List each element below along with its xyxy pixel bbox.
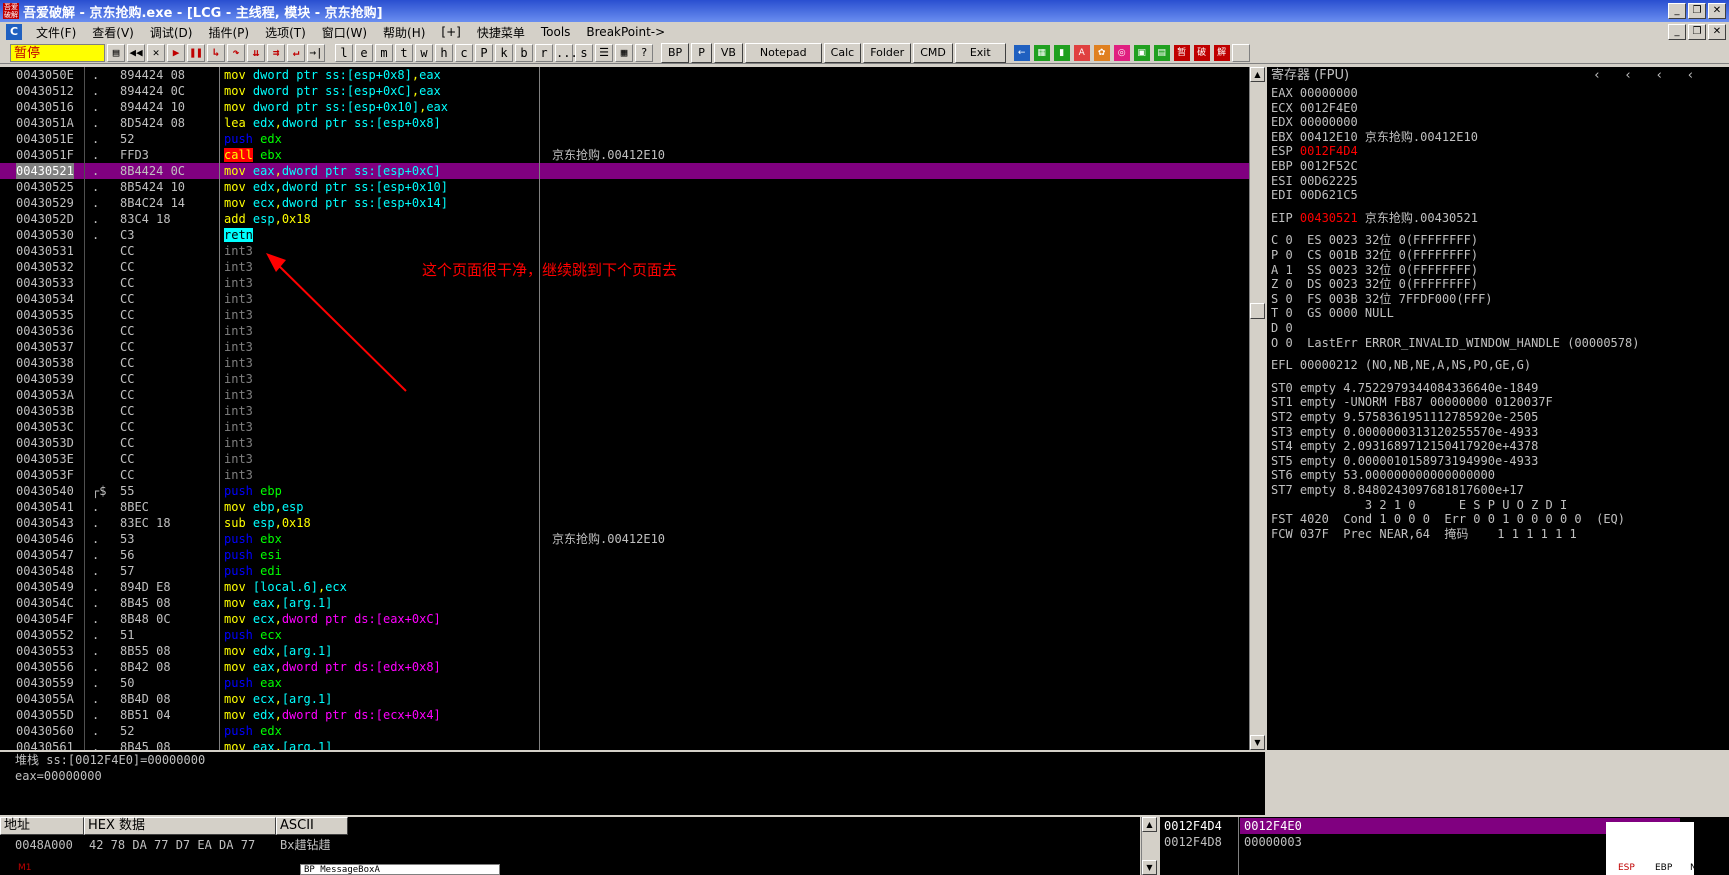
register-line[interactable]: P 0 CS 001B 32位 0(FFFFFFFF) [1271,247,1478,263]
register-line[interactable]: ST5 empty 0.0000010158973194990e-4933 [1271,453,1538,469]
register-text: ESP [1271,144,1300,159]
register-line[interactable]: ESP 0012F4D4 [1271,143,1358,159]
register-text: FCW 037F Prec NEAR,64 掩码 1 1 1 1 1 1 [1271,526,1577,541]
register-line[interactable]: FCW 037F Prec NEAR,64 掩码 1 1 1 1 1 1 [1271,526,1577,542]
register-text: EFL 00000212 (NO,NB,NE,A,NS,PO,GE,G) [1271,358,1532,373]
info-line-stack: 堆栈 ss:[0012F4E0]=00000000 [15,753,206,767]
register-line[interactable]: ST2 empty 9.5758361951112785920e-2505 [1271,409,1538,425]
register-text: EIP [1271,210,1300,225]
register-text: 00430521 [1299,210,1358,225]
register-text: S 0 FS 003B 32位 7FFDF000(FFF) [1271,291,1493,306]
stack-scrollbar[interactable]: ▲ ▼ [1141,817,1157,875]
register-nav-arrows[interactable]: ‹‹‹‹ [1594,67,1719,84]
tab-m4[interactable]: M4 [96,862,110,875]
register-line[interactable]: ESI 00D62225 [1271,173,1358,189]
register-text: ESI 00D62225 [1271,173,1358,188]
register-text: P 0 CS 001B 32位 0(FFFFFFFF) [1271,248,1479,262]
register-line[interactable]: EBP 0012F52C [1271,158,1358,174]
register-line[interactable]: EAX 00000000 [1271,85,1358,101]
register-line[interactable]: EIP 00430521 京东抢购.00430521 [1271,210,1478,226]
register-text: EBX 00412E10 京东抢购.00412E10 [1271,129,1478,144]
tab-m2[interactable]: M2 [44,862,58,875]
registers-pane[interactable]: 寄存器 (FPU) ‹‹‹‹ EAX 00000000 ECX 0012F4E0 E… [1267,67,1729,750]
command-input[interactable]: BP MessageBoxA [300,864,500,875]
register-text: EBP 0012F52C [1271,159,1358,173]
register-line[interactable]: FST 4020 Cond 1 0 0 0 Err 0 0 1 0 0 0 0 … [1271,511,1625,527]
registers-header[interactable]: 寄存器 (FPU) ‹‹‹‹ [1267,67,1729,84]
register-line[interactable]: ST6 empty 53.000000000000000000 [1271,467,1495,483]
register-line[interactable]: ST1 empty -UNORM FB87 00000000 0120037F [1271,394,1553,410]
dump-pane[interactable]: 地址 HEX 数据 ASCII 0048A000 42 78 DA 77 D7 … [0,817,1140,875]
info-pane: 堆栈 ss:[0012F4E0]=00000000 eax=00000000 [0,752,1265,815]
register-line[interactable]: ST4 empty 2.0931689712150417920e+4378 [1271,438,1538,454]
stack-status-ebp[interactable]: EBP [1655,862,1672,875]
register-text: Z 0 DS 0023 32位 0(FFFFFFFF) [1271,277,1479,292]
register-text: 0012F4D4 [1299,144,1358,159]
dump-header-hex[interactable]: HEX 数据 [84,817,276,835]
register-text: ST4 empty 2.0931689712150417920e+4378 [1271,439,1539,454]
register-text: 3 2 1 0 E S P U O Z D I [1271,497,1568,512]
register-line[interactable]: EDX 00000000 [1271,114,1358,130]
register-line[interactable]: EDI 00D621C5 [1271,187,1358,203]
dump-ascii: Bx趞钻趞 [280,838,331,852]
register-line[interactable]: O 0 LastErr ERROR_INVALID_WINDOW_HANDLE … [1271,335,1639,351]
register-text: ST0 empty 4.7522979344084336640e-1849 [1271,380,1539,395]
register-line[interactable]: EFL 00000212 (NO,NB,NE,A,NS,PO,GE,G) [1271,357,1531,373]
register-line[interactable]: S 0 FS 003B 32位 7FFDF000(FFF) [1271,291,1493,307]
register-text: O 0 LastErr ERROR_INVALID_WINDOW_HANDLE … [1271,335,1640,350]
stack-status-esp[interactable]: ESP [1618,862,1635,875]
dump-header-ascii[interactable]: ASCII [276,817,348,835]
stack-scroll-down-icon[interactable]: ▼ [1142,860,1157,875]
stack-status-none[interactable]: NONE [1690,862,1716,875]
register-line[interactable]: Z 0 DS 0023 32位 0(FFFFFFFF) [1271,276,1478,292]
register-line[interactable]: A 1 SS 0023 32位 0(FFFFFFFF) [1271,262,1478,278]
register-text: ECX 0012F4E0 [1271,100,1358,115]
register-line[interactable]: 3 2 1 0 E S P U O Z D I [1271,497,1567,513]
register-text: C 0 ES 0023 32位 0(FFFFFFFF) [1271,233,1479,248]
register-line[interactable]: ST7 empty 8.8480243097681817600e+17 [1271,482,1524,498]
register-line[interactable]: C 0 ES 0023 32位 0(FFFFFFFF) [1271,232,1478,248]
register-text: EDX 00000000 [1271,115,1358,130]
register-text: 京东抢购.00430521 [1357,210,1478,225]
register-line[interactable]: T 0 GS 0000 NULL [1271,305,1394,321]
register-text: ST5 empty 0.0000010158973194990e-4933 [1271,453,1539,468]
register-text: FST 4020 Cond 1 0 0 0 Err 0 0 1 0 0 0 0 … [1271,512,1626,527]
tab-m5[interactable]: M5 [122,862,136,875]
register-text: ST1 empty -UNORM FB87 00000000 0120037F [1271,395,1553,410]
register-text: D 0 [1271,321,1293,335]
register-line[interactable]: ECX 0012F4E0 [1271,100,1358,116]
stack-address: 0012F4D8 [1164,835,1222,849]
stack-scroll-up-icon[interactable]: ▲ [1142,817,1157,832]
register-text: EAX 00000000 [1271,86,1358,100]
register-text: T 0 GS 0000 NULL [1271,306,1394,321]
register-line[interactable]: D 0 [1271,320,1293,336]
register-line[interactable]: ST3 empty 0.0000000313120255570e-4933 [1271,424,1538,440]
register-line[interactable]: EBX 00412E10 京东抢购.00412E10 [1271,129,1478,145]
tab-m1[interactable]: M1 [18,862,32,875]
tab-m3[interactable]: M3 [70,862,84,875]
dump-address: 0048A000 [15,838,73,852]
register-text: EDI 00D621C5 [1271,188,1358,203]
annotation-text: 这个页面很干净，继续跳到下个页面去 [422,261,678,279]
register-text: ST3 empty 0.0000000313120255570e-4933 [1271,424,1539,439]
register-text: ST7 empty 8.8480243097681817600e+17 [1271,483,1524,497]
dump-hex: 42 78 DA 77 D7 EA DA 77 [89,838,256,852]
register-text: A 1 SS 0023 32位 0(FFFFFFFF) [1271,262,1479,277]
register-text: ST6 empty 53.000000000000000000 [1271,468,1495,483]
register-line[interactable]: ST0 empty 4.7522979344084336640e-1849 [1271,380,1538,396]
stack-value: 0012F4E0 [1244,819,1302,833]
info-line-eax: eax=00000000 [15,769,102,783]
dump-header-address[interactable]: 地址 [0,817,84,835]
register-text: ST2 empty 9.5758361951112785920e-2505 [1271,410,1539,424]
stack-value: 00000003 [1244,835,1302,849]
stack-address: 0012F4D4 [1164,819,1222,833]
registers-title: 寄存器 (FPU) [1271,68,1350,83]
